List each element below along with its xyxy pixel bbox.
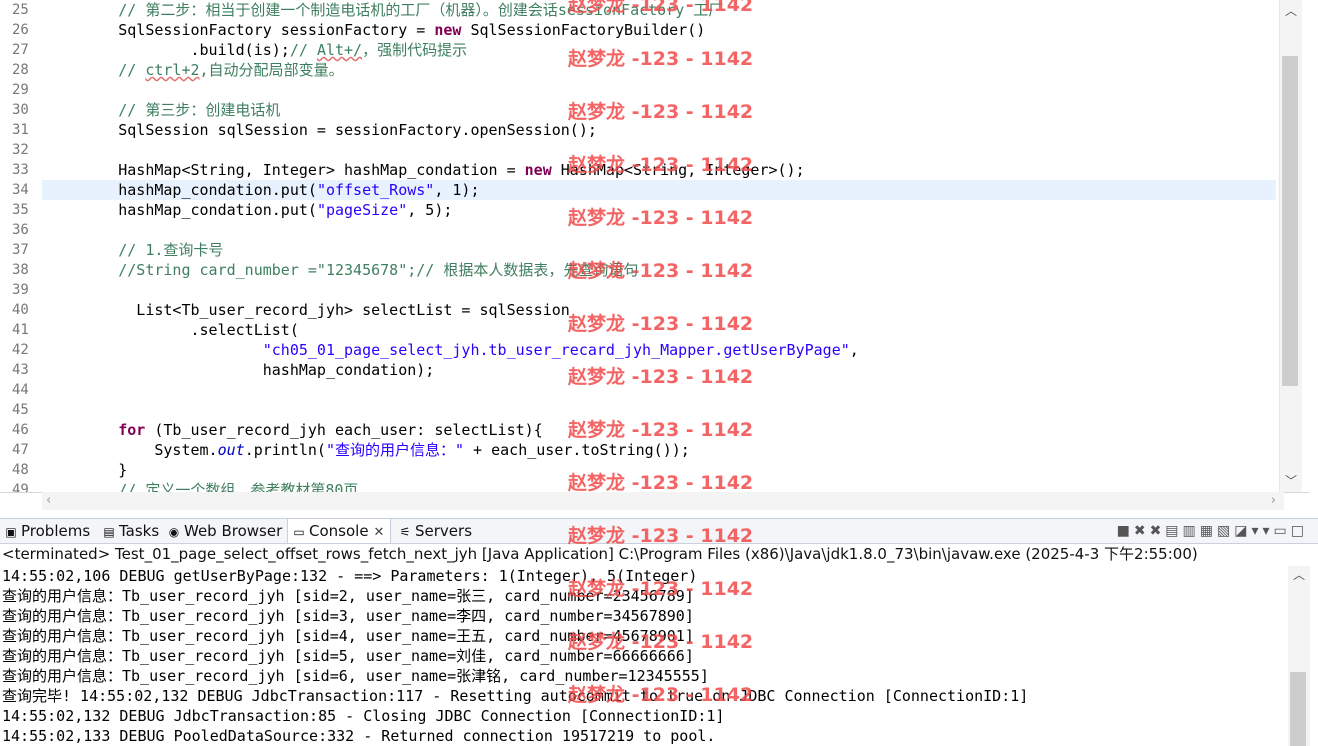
watermark-text: 赵梦龙 -123 - 1142 xyxy=(568,366,754,388)
line-number: 29 xyxy=(12,82,29,98)
tab-web-browser[interactable]: ◉ Web Browser xyxy=(163,519,288,543)
tab-console[interactable]: ▭ Console ✕ xyxy=(287,519,392,543)
tab-servers[interactable]: ⚟ Servers xyxy=(394,519,478,543)
tab-label: Web Browser xyxy=(184,522,283,540)
line-number: 45 xyxy=(12,402,29,418)
pin-console-icon[interactable]: ◪ xyxy=(1234,523,1251,539)
console-line: 14:55:02,132 DEBUG JdbcTransaction:85 - … xyxy=(2,707,725,725)
line-number: 47 xyxy=(12,442,29,458)
remove-launch-icon[interactable]: ✖ xyxy=(1134,523,1150,539)
tab-tasks[interactable]: ▤ Tasks xyxy=(98,519,165,543)
line-number: 39 xyxy=(12,282,29,298)
watermark-text: 赵梦龙 -123 - 1142 xyxy=(568,0,754,16)
watermark-text: 赵梦龙 -123 - 1142 xyxy=(568,260,754,282)
line-number: 34 xyxy=(12,182,29,198)
line-number: 42 xyxy=(12,342,29,358)
editor-scroll-thumb[interactable] xyxy=(1282,56,1298,386)
code-line[interactable]: System.out.println("查询的用户信息：" + each_use… xyxy=(42,440,1276,460)
line-number: 31 xyxy=(12,122,29,138)
scroll-up-icon[interactable]: ︿ xyxy=(1280,2,1302,19)
show-on-output-icon[interactable]: ▧ xyxy=(1217,523,1234,539)
line-number: 44 xyxy=(12,382,29,398)
watermark-text: 赵梦龙 -123 - 1142 xyxy=(568,419,754,441)
watermark-text: 赵梦龙 -123 - 1142 xyxy=(568,631,754,653)
tab-label: Tasks xyxy=(119,522,160,540)
watermark-text: 赵梦龙 -123 - 1142 xyxy=(568,525,754,547)
line-number: 41 xyxy=(12,322,29,338)
scroll-down-icon[interactable]: ﹀ xyxy=(1280,472,1302,489)
watermark-text: 赵梦龙 -123 - 1142 xyxy=(568,313,754,335)
line-number: 26 xyxy=(12,22,29,38)
close-icon[interactable]: ✕ xyxy=(374,525,385,540)
maximize-icon[interactable]: □ xyxy=(1291,523,1308,539)
line-number: 33 xyxy=(12,162,29,178)
scroll-lock-icon[interactable]: ▥ xyxy=(1183,523,1200,539)
tasks-icon: ▤ xyxy=(103,525,115,539)
console-icon: ▭ xyxy=(293,525,305,539)
scroll-left-icon[interactable]: ‹ xyxy=(46,492,51,510)
tab-label: Problems xyxy=(21,522,91,540)
scroll-right-icon[interactable]: › xyxy=(1271,492,1276,510)
servers-icon: ⚟ xyxy=(399,525,411,539)
current-code-line[interactable]: hashMap_condation.put("offset_Rows", 1); xyxy=(42,180,1276,200)
line-number: 46 xyxy=(12,422,29,438)
code-line[interactable]: "ch05_01_page_select_jyh.tb_user_recard_… xyxy=(42,340,1276,360)
word-wrap-icon[interactable]: ▦ xyxy=(1200,523,1217,539)
console-vertical-scrollbar[interactable]: ︿ xyxy=(1288,566,1310,746)
clear-console-icon[interactable]: ▤ xyxy=(1165,523,1182,539)
line-number: 25 xyxy=(12,2,29,18)
console-line: 查询的用户信息：Tb_user_record_jyh [sid=3, user_… xyxy=(2,607,694,625)
tab-label: Servers xyxy=(415,522,473,540)
console-line: 14:55:02,133 DEBUG PooledDataSource:332 … xyxy=(2,727,716,745)
watermark-text: 赵梦龙 -123 - 1142 xyxy=(568,101,754,123)
console-scroll-thumb[interactable] xyxy=(1290,672,1306,746)
tab-label: Console xyxy=(309,522,369,540)
line-number: 36 xyxy=(12,222,29,238)
watermark-text: 赵梦龙 -123 - 1142 xyxy=(568,472,754,494)
line-number: 35 xyxy=(12,202,29,218)
watermark-text: 赵梦龙 -123 - 1142 xyxy=(568,154,754,176)
editor-vertical-scrollbar[interactable]: ︿ ﹀ xyxy=(1279,0,1302,492)
line-number: 48 xyxy=(12,462,29,478)
open-console-icon[interactable]: ▾ xyxy=(1263,523,1274,539)
terminate-icon[interactable]: ■ xyxy=(1117,523,1134,539)
line-number: 38 xyxy=(12,262,29,278)
line-number: 27 xyxy=(12,42,29,58)
code-line[interactable] xyxy=(42,280,1276,300)
minimize-icon[interactable]: ▭ xyxy=(1274,523,1291,539)
watermark-text: 赵梦龙 -123 - 1142 xyxy=(568,207,754,229)
line-number: 32 xyxy=(12,142,29,158)
line-numbers: 25 26 27 28 29 30 31 32 33 34 35 36 37 38 39 40 41 42 43 44… xyxy=(10,0,40,492)
tab-problems[interactable]: ▣ Problems xyxy=(0,519,96,543)
code-line[interactable]: SqlSessionFactory sessionFactory = new S… xyxy=(42,20,1276,40)
watermark-text: 赵梦龙 -123 - 1142 xyxy=(568,578,754,600)
console-toolbar: ■✖✖▤▥▦▧◪▾▾▭□ xyxy=(1117,519,1308,543)
scroll-up-icon[interactable]: ︿ xyxy=(1288,566,1310,583)
line-number: 40 xyxy=(12,302,29,318)
display-console-icon[interactable]: ▾ xyxy=(1251,523,1262,539)
watermark-text: 赵梦龙 -123 - 1142 xyxy=(568,684,754,706)
problems-icon: ▣ xyxy=(5,525,17,539)
line-number: 30 xyxy=(12,102,29,118)
remove-all-icon[interactable]: ✖ xyxy=(1150,523,1166,539)
line-number: 43 xyxy=(12,362,29,378)
line-number: 28 xyxy=(12,62,29,78)
globe-icon: ◉ xyxy=(168,525,180,539)
watermark-text: 赵梦龙 -123 - 1142 xyxy=(568,48,754,70)
line-number: 49 xyxy=(12,482,29,493)
line-number: 37 xyxy=(12,242,29,258)
